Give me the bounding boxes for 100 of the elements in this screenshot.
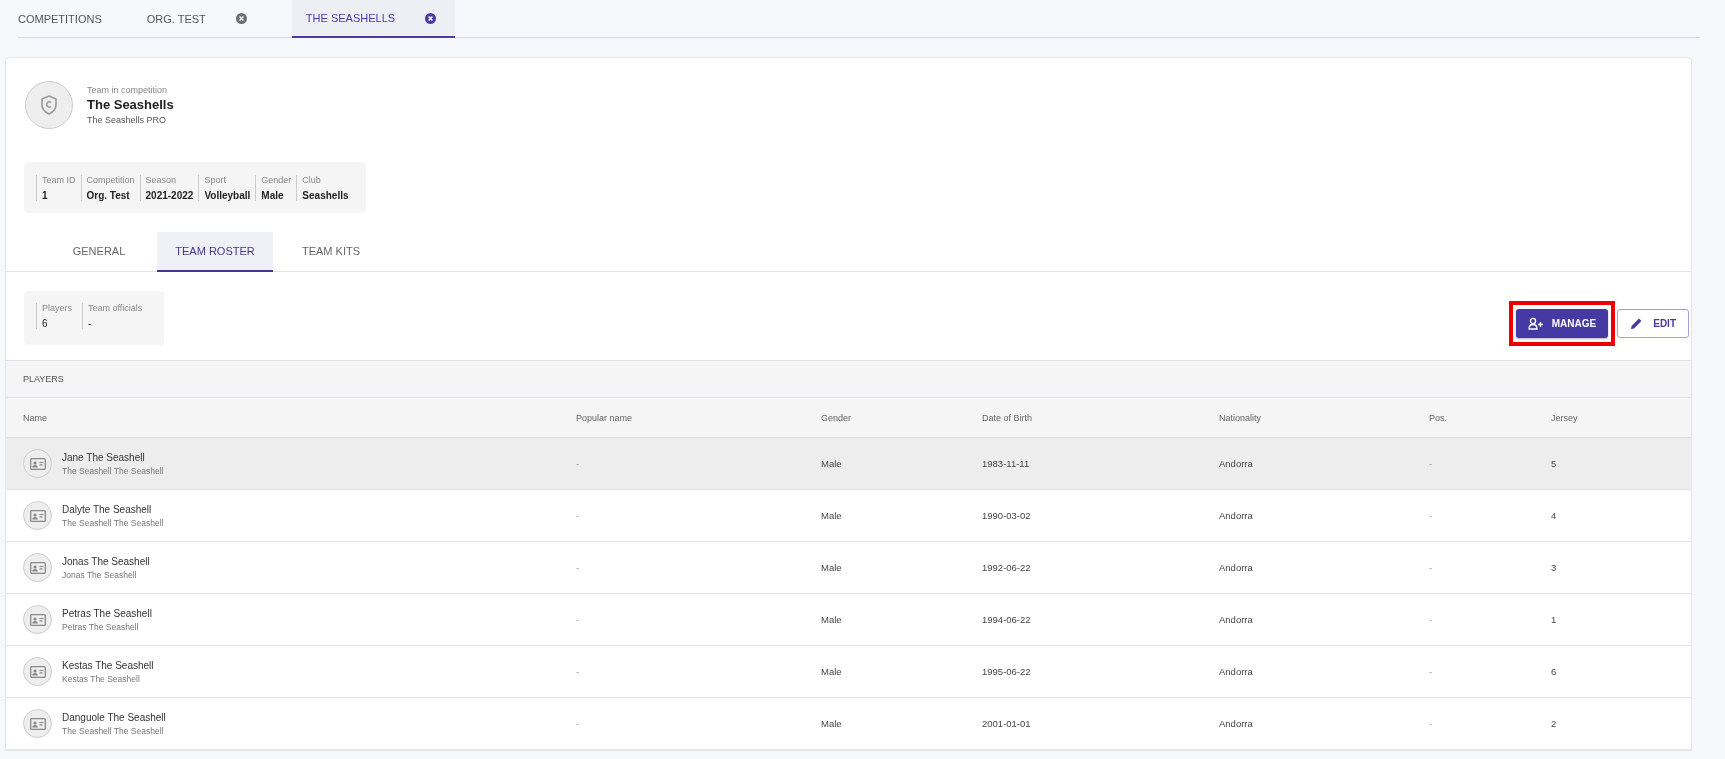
info-value: Volleyball: [204, 190, 251, 201]
table-cell-text: 1992-06-22: [982, 562, 1032, 573]
player-row[interactable]: Kestas The Seashell Kestas The Seashell - Male 1995-06-22 Andorra - 6: [6, 646, 1691, 698]
info-value: Seashells: [302, 190, 349, 201]
player-subname: The Seashell The Seashell: [62, 725, 165, 736]
page-tab[interactable]: COMPETITIONS: [18, 0, 121, 37]
table-cell-text: -: [576, 458, 581, 469]
table-cell-text: 3: [1551, 562, 1558, 573]
info-value: Org. Test: [86, 190, 131, 201]
table-cell-text: 2001-01-01: [982, 718, 1032, 729]
id-card-icon: [29, 561, 46, 574]
table-cell-text: -: [1429, 718, 1434, 729]
table-cell-text: 1990-03-02: [982, 510, 1032, 521]
table-cell-text: 1983-11-11: [982, 458, 1031, 469]
table-cell-text: 1994-06-22: [982, 614, 1032, 625]
section-tab[interactable]: TEAM ROSTER: [157, 232, 273, 272]
player-subname: The Seashell The Seashell: [62, 517, 164, 528]
page-tab[interactable]: THE SEASHELLS: [291, 0, 456, 38]
table-cell-text: -: [1429, 562, 1434, 573]
summary-value: 6: [42, 318, 49, 329]
manage-button[interactable]: MANAGE: [1515, 309, 1609, 338]
table-cell-text: Andorra: [1219, 666, 1254, 677]
summary-label: Team officials: [88, 303, 143, 313]
player-row[interactable]: Petras The Seashell Petras The Seashell - Male 1994-06-22 Andorra - 1: [6, 594, 1691, 646]
table-cell-text: Andorra: [1219, 458, 1254, 469]
table-cell-text: Andorra: [1219, 510, 1254, 521]
table-cell-text: -: [576, 614, 581, 625]
player-row[interactable]: Jonas The Seashell Jonas The Seashell - Male 1992-06-22 Andorra - 3: [6, 542, 1691, 594]
player-subname: Kestas The Seashell: [62, 673, 141, 684]
table-title: PLAYERS: [6, 361, 1691, 398]
player-subname: Jonas The Seashell: [62, 569, 138, 580]
info-label: Competition: [86, 175, 135, 185]
table-cell-text: -: [1429, 666, 1434, 677]
id-card-icon: [29, 613, 46, 626]
table-cell-text: Male: [821, 562, 843, 573]
summary-label: Players: [42, 303, 72, 313]
player-row[interactable]: Danguole The Seashell The Seashell The Seashell - Male 2001-01-01 Andorra - 2: [6, 698, 1691, 750]
table-cell-text: Male: [821, 666, 843, 677]
table-cell-text: -: [1429, 614, 1434, 625]
info-label: Gender: [261, 175, 292, 185]
column-header: Jersey: [1551, 412, 1579, 423]
table-cell-text: -: [576, 562, 581, 573]
close-icon[interactable]: [425, 12, 437, 24]
table-cell-text: 2: [1551, 718, 1558, 729]
table-cell-text: Male: [821, 718, 843, 729]
table-cell-text: -: [576, 510, 581, 521]
shield-icon: [40, 95, 58, 115]
team-caption: Team in competition: [87, 85, 169, 95]
section-tab[interactable]: GENERAL: [41, 232, 157, 270]
table-cell-text: Male: [821, 614, 843, 625]
player-name: Petras The Seashell: [62, 607, 152, 619]
info-value: 1: [42, 190, 49, 201]
info-label: Team ID: [42, 175, 76, 185]
column-header: Gender: [821, 412, 853, 423]
info-value: 2021-2022: [145, 190, 194, 201]
table-cell-text: 1995-06-22: [982, 666, 1032, 677]
column-header: Popular name: [576, 412, 634, 423]
table-cell-text: 5: [1551, 458, 1558, 469]
table-cell-text: -: [576, 666, 581, 677]
pencil-icon: [1630, 317, 1644, 330]
player-name: Dalyte The Seashell: [62, 503, 153, 515]
add-person-icon: [1527, 317, 1544, 330]
player-name: Jonas The Seashell: [62, 555, 150, 567]
id-card-icon: [29, 457, 46, 470]
section-tab[interactable]: TEAM KITS: [273, 232, 389, 270]
table-cell-text: 4: [1551, 510, 1558, 521]
info-label: Season: [145, 175, 178, 185]
table-cell-text: Male: [821, 510, 843, 521]
id-card-icon: [29, 717, 46, 730]
table-cell-text: Andorra: [1219, 614, 1254, 625]
column-header: Date of Birth: [982, 412, 1034, 423]
column-header: Nationality: [1219, 412, 1263, 423]
player-subname: The Seashell The Seashell: [62, 465, 164, 476]
column-header: Pos.: [1429, 412, 1448, 423]
table-cell-text: 1: [1551, 614, 1558, 625]
table-cell-text: Male: [821, 458, 843, 469]
team-name: The Seashells: [87, 97, 174, 112]
table-cell-text: Andorra: [1219, 718, 1254, 729]
info-label: Sport: [204, 175, 227, 185]
page-tab[interactable]: ORG. TEST: [146, 0, 266, 37]
table-cell-text: -: [1429, 458, 1434, 469]
info-label: Club: [302, 175, 322, 185]
player-subname: Petras The Seashell: [62, 621, 140, 632]
player-name: Kestas The Seashell: [62, 659, 154, 671]
edit-button[interactable]: EDIT: [1617, 309, 1689, 338]
column-header: Name: [23, 412, 48, 423]
player-name: Jane The Seashell: [62, 451, 146, 463]
player-name: Danguole The Seashell: [62, 711, 166, 723]
team-subtitle: The Seashells PRO: [87, 115, 168, 125]
player-row[interactable]: Jane The Seashell The Seashell The Seashell - Male 1983-11-11 Andorra - 5: [6, 438, 1691, 490]
id-card-icon: [29, 665, 46, 678]
table-cell-text: -: [576, 718, 581, 729]
info-value: Male: [261, 190, 285, 201]
table-cell-text: -: [1429, 510, 1434, 521]
close-icon[interactable]: [235, 13, 247, 24]
summary-value: -: [88, 318, 93, 329]
table-cell-text: 6: [1551, 666, 1558, 677]
id-card-icon: [29, 509, 46, 522]
player-row[interactable]: Dalyte The Seashell The Seashell The Seashell - Male 1990-03-02 Andorra - 4: [6, 490, 1691, 542]
table-cell-text: Andorra: [1219, 562, 1254, 573]
